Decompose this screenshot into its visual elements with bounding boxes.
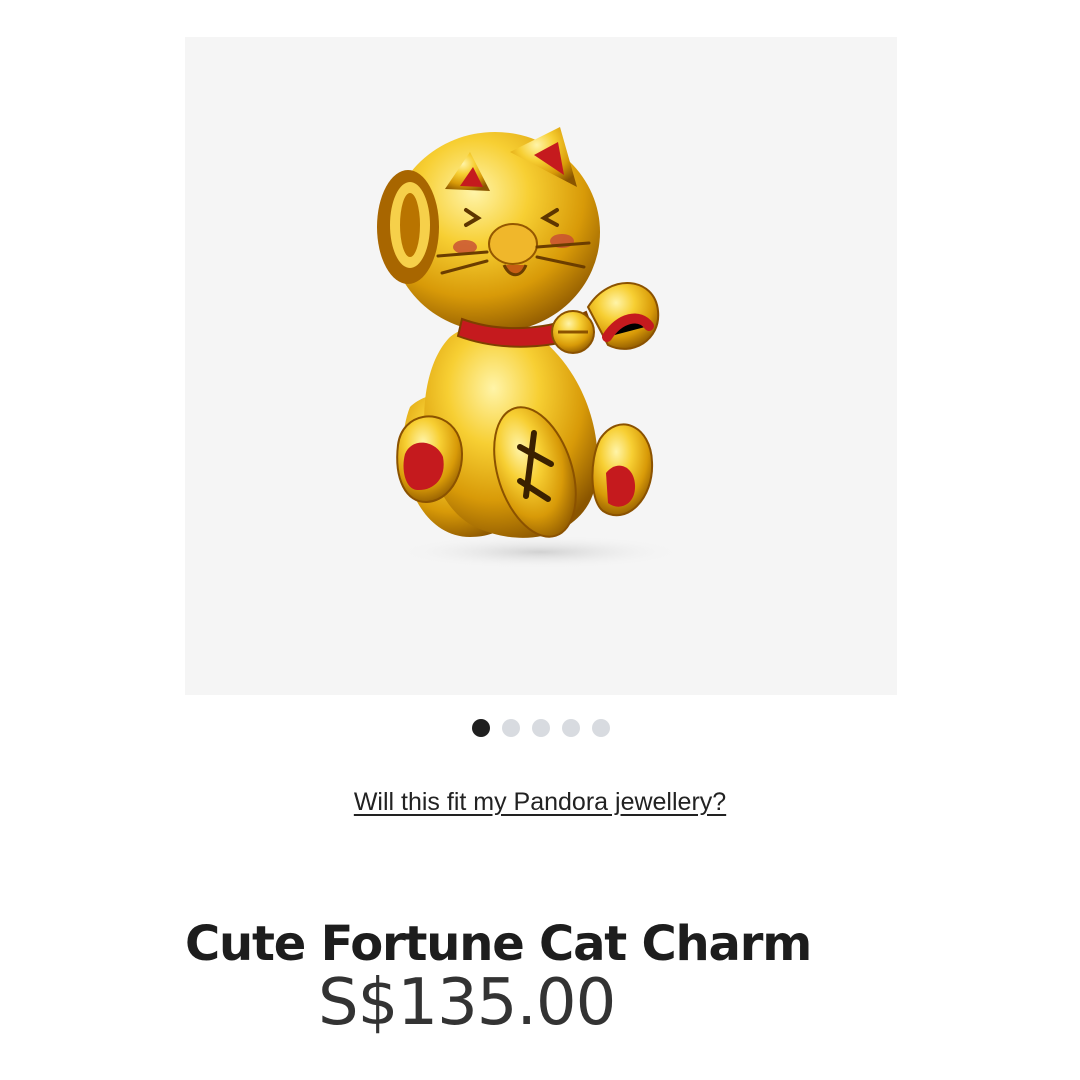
product-image-gallery[interactable] [185,37,897,695]
carousel-dot-5[interactable] [592,719,610,737]
product-image [377,127,685,569]
carousel-pagination [1,719,1080,741]
fit-question-link[interactable]: Will this fit my Pandora jewellery? [0,788,1080,817]
carousel-dot-2[interactable] [502,719,520,737]
carousel-dot-3[interactable] [532,719,550,737]
carousel-dot-4[interactable] [562,719,580,737]
product-title: Cute Fortune Cat Charm [185,916,812,973]
product-price: S$135.00 [318,966,616,1040]
carousel-dot-1[interactable] [472,719,490,737]
